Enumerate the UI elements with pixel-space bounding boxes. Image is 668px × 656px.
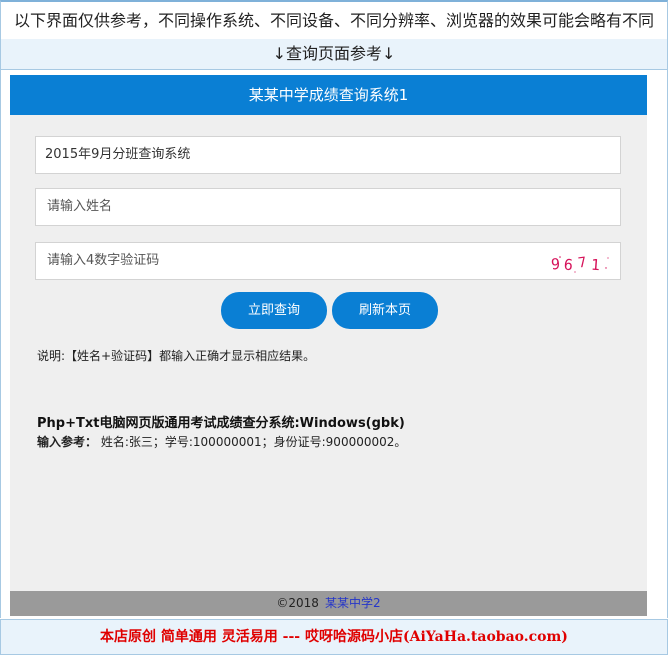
instructions-text: 说明:【姓名+验证码】都输入正确才显示相应结果。 xyxy=(37,349,316,363)
page-reference-label: ↓查询页面参考↓ xyxy=(0,39,668,70)
footer-school-link[interactable]: 某某中学2 xyxy=(325,596,381,610)
captcha-input-placeholder: 请输入4数字验证码 xyxy=(47,253,160,268)
svg-text:7: 7 xyxy=(577,255,588,272)
refresh-button[interactable]: 刷新本页 xyxy=(332,292,438,329)
notice-banner: 以下界面仅供参考，不同操作系统、不同设备、不同分辨率、浏览器的效果可能会略有不同 xyxy=(0,0,668,40)
input-reference-label: 输入参考： xyxy=(37,435,98,449)
exam-select-field[interactable]: 2015年9月分班查询系统 xyxy=(35,136,621,174)
input-reference: 输入参考： 姓名:张三；学号:100000001；身份证号:900000002。 xyxy=(37,433,406,450)
input-reference-text: 姓名:张三；学号:100000001；身份证号:900000002。 xyxy=(97,435,407,449)
system-title: Php+Txt电脑网页版通用考试成绩查分系统:Windows(gbk) xyxy=(37,416,405,431)
svg-text:1: 1 xyxy=(590,256,600,274)
query-panel: 某某中学成绩查询系统1 2015年9月分班查询系统 请输入姓名 请输入4数字验证… xyxy=(10,75,647,616)
name-input[interactable]: 请输入姓名 xyxy=(35,188,621,226)
svg-text:6: 6 xyxy=(563,255,574,274)
footer-copyright: ©2018 xyxy=(276,596,319,610)
page-title: 某某中学成绩查询系统1 xyxy=(10,75,647,115)
captcha-image[interactable]: 9 6 7 1 xyxy=(548,252,614,274)
app-frame: 某某中学成绩查询系统1 2015年9月分班查询系统 请输入姓名 请输入4数字验证… xyxy=(0,70,668,618)
footer: ©2018 某某中学2 xyxy=(10,591,647,616)
svg-text:9: 9 xyxy=(550,255,560,274)
captcha-input[interactable]: 请输入4数字验证码 9 6 7 1 xyxy=(35,242,621,280)
shop-banner: 本店原创 简单通用 灵活易用 --- 哎呀哈源码小店(AiYaHa.taobao… xyxy=(0,619,668,655)
query-button[interactable]: 立即查询 xyxy=(221,292,327,329)
